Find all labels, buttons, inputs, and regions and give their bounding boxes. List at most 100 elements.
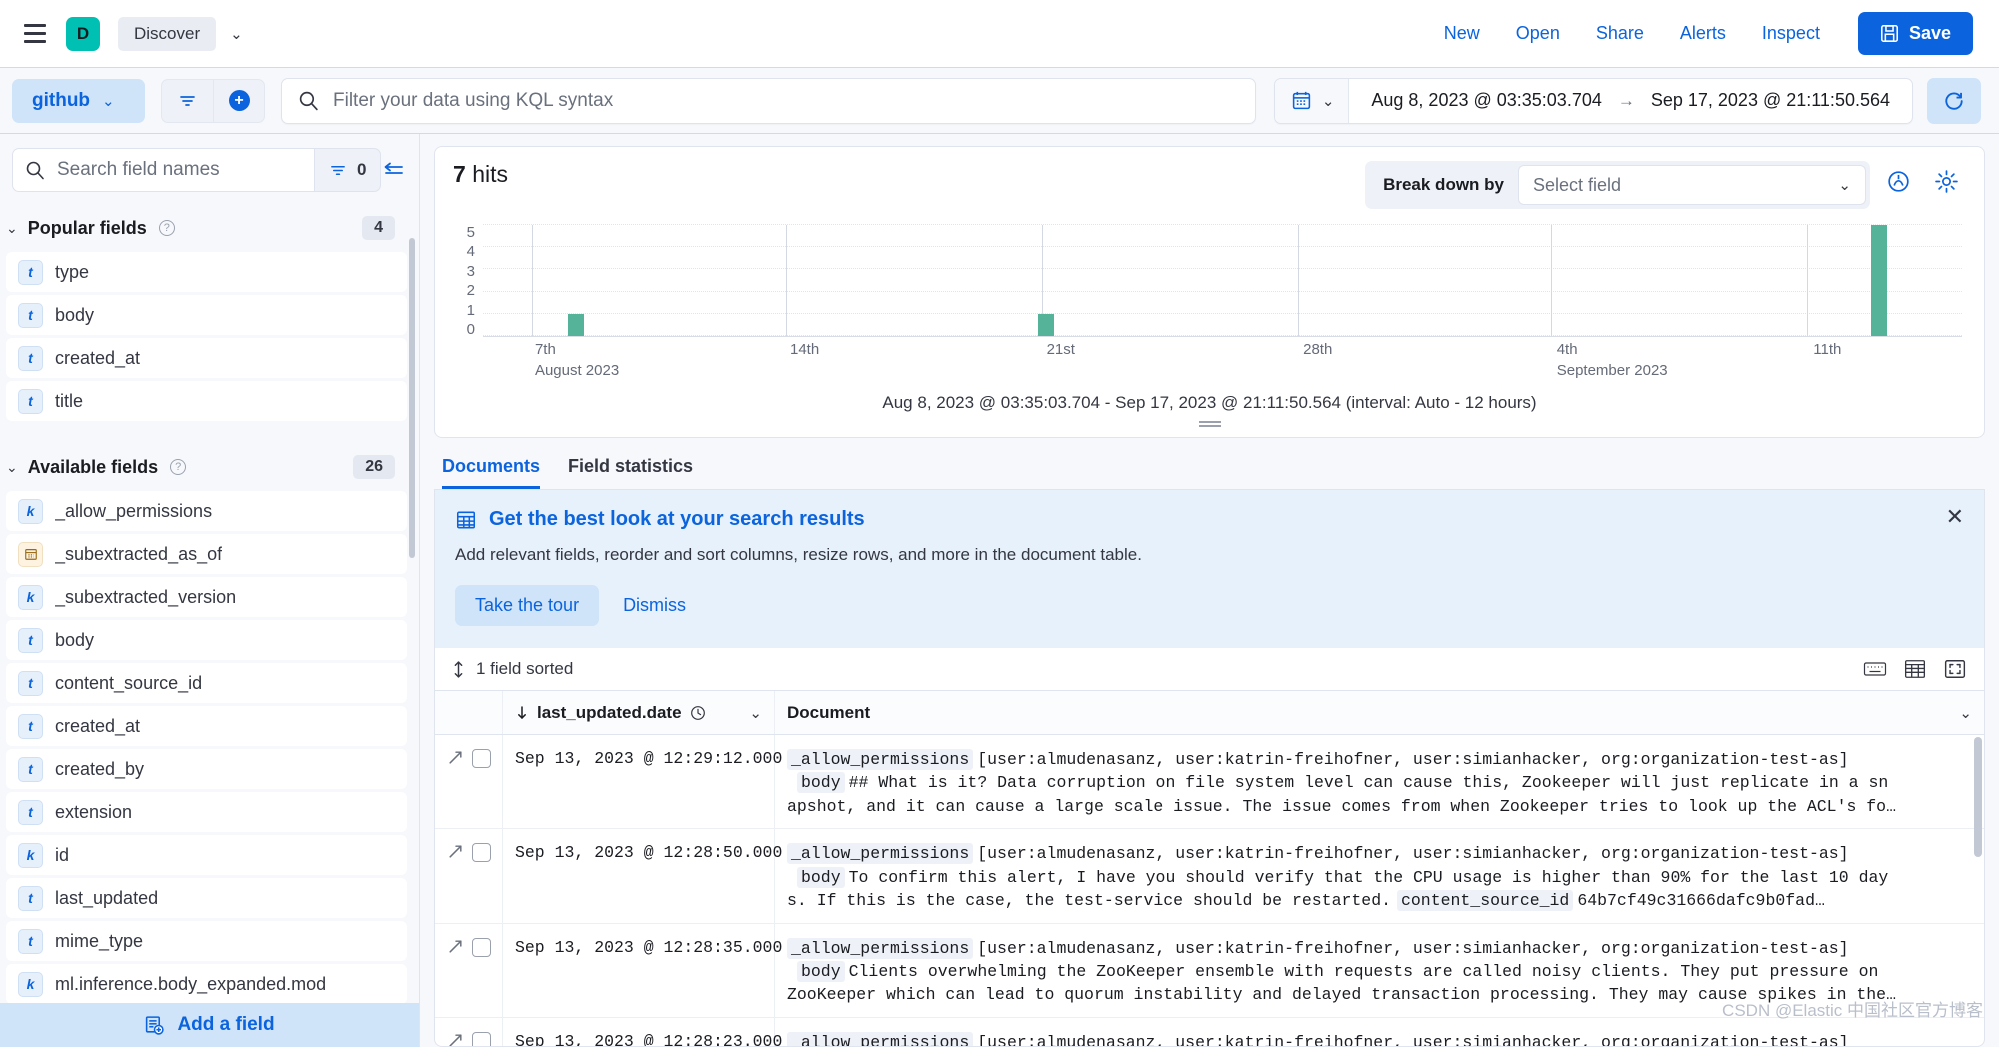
chevron-down-icon: ⌄ — [1322, 92, 1335, 110]
expand-row-icon[interactable] — [447, 938, 464, 960]
chart-vertical-gridline — [786, 225, 787, 336]
tab-field-statistics[interactable]: Field statistics — [568, 452, 693, 489]
field-item[interactable]: t body — [6, 295, 407, 335]
date-range-values[interactable]: Aug 8, 2023 @ 03:35:03.704 → Sep 17, 202… — [1349, 90, 1912, 111]
available-fields-header[interactable]: ⌄ Available fields ? 26 — [0, 443, 407, 491]
expand-row-icon[interactable] — [447, 749, 464, 771]
nav-open-button[interactable]: Open — [1516, 23, 1560, 44]
breakdown-field-select[interactable]: Select field ⌄ — [1518, 165, 1866, 205]
menu-icon[interactable] — [14, 13, 56, 55]
field-name: _allow_permissions — [55, 501, 212, 522]
sorted-fields-label[interactable]: 1 field sorted — [476, 659, 573, 679]
breadcrumb[interactable]: Discover — [118, 17, 216, 51]
app-logo-letter: D — [77, 24, 89, 44]
popular-fields-header[interactable]: ⌄ Popular fields ? 4 — [0, 204, 407, 252]
y-tick: 4 — [467, 244, 475, 259]
document-field-key: content_source_id — [1397, 890, 1573, 911]
fullscreen-button[interactable] — [1942, 658, 1968, 680]
field-item[interactable]: t content_source_id — [6, 663, 407, 703]
field-item[interactable]: k ml.inference.body_expanded.mod — [6, 964, 407, 1004]
callout-title: Get the best look at your search results — [489, 508, 865, 531]
row-document-cell: _allow_permissions[user:almudenasanz, us… — [775, 829, 1984, 922]
take-the-tour-button[interactable]: Take the tour — [455, 585, 599, 626]
collapse-sidebar-button[interactable] — [381, 160, 407, 180]
sidebar-scrollbar[interactable] — [409, 238, 415, 558]
chart-options-button[interactable] — [1926, 161, 1966, 201]
document-field-key: body — [797, 867, 845, 888]
field-search-box[interactable] — [12, 148, 315, 192]
histogram-chart[interactable]: 5 4 3 2 1 0 — [453, 225, 1966, 337]
close-icon[interactable]: ✕ — [1946, 506, 1964, 528]
expand-row-icon[interactable] — [447, 1032, 464, 1046]
tab-documents[interactable]: Documents — [442, 452, 540, 489]
add-filter-button[interactable]: + — [213, 79, 265, 123]
chevron-down-icon[interactable]: ⌄ — [230, 25, 243, 43]
data-view-selector[interactable]: github ⌄ — [12, 79, 145, 123]
row-density-button[interactable] — [1902, 658, 1928, 680]
help-icon[interactable]: ? — [170, 459, 186, 475]
save-button[interactable]: Save — [1858, 12, 1973, 55]
field-item[interactable]: _subextracted_as_of — [6, 534, 407, 574]
field-item[interactable]: t body — [6, 620, 407, 660]
refresh-button[interactable] — [1927, 78, 1981, 124]
field-type-icon: t — [18, 929, 43, 954]
field-item[interactable]: t created_at — [6, 706, 407, 746]
date-start-value[interactable]: Aug 8, 2023 @ 03:35:03.704 — [1371, 90, 1601, 111]
help-icon[interactable]: ? — [159, 220, 175, 236]
table-scrollbar[interactable] — [1974, 737, 1982, 857]
dismiss-button[interactable]: Dismiss — [605, 585, 704, 626]
nav-alerts-button[interactable]: Alerts — [1680, 23, 1726, 44]
app-logo[interactable]: D — [66, 17, 100, 51]
chart-vertical-gridline — [532, 225, 533, 336]
field-item[interactable]: t last_updated — [6, 878, 407, 918]
table-row[interactable]: Sep 13, 2023 @ 12:28:50.000_allow_permis… — [435, 829, 1984, 923]
edit-visualization-button[interactable] — [1878, 161, 1918, 201]
chart-bar[interactable] — [568, 314, 584, 336]
table-row[interactable]: Sep 13, 2023 @ 12:28:23.000_allow_permis… — [435, 1018, 1984, 1046]
field-item[interactable]: k _allow_permissions — [6, 491, 407, 531]
field-name: last_updated — [55, 888, 158, 909]
row-checkbox[interactable] — [472, 938, 491, 957]
field-item[interactable]: t extension — [6, 792, 407, 832]
field-item[interactable]: t created_by — [6, 749, 407, 789]
hit-count-number: 7 — [453, 161, 466, 187]
header-time-cell[interactable]: last_updated.date ⌄ — [503, 691, 775, 734]
nav-inspect-button[interactable]: Inspect — [1762, 23, 1820, 44]
field-item[interactable]: t type — [6, 252, 407, 292]
field-list[interactable]: ⌄ Popular fields ? 4 t type t body t — [0, 204, 419, 1047]
table-row[interactable]: Sep 13, 2023 @ 12:29:12.000_allow_permis… — [435, 735, 1984, 829]
header-document-cell[interactable]: Document ⌄ — [775, 691, 1984, 734]
field-filter-count: 0 — [357, 160, 366, 180]
filter-options-button[interactable] — [161, 79, 213, 123]
field-filter-button[interactable]: 0 — [315, 148, 381, 192]
keyboard-shortcuts-button[interactable] — [1862, 658, 1888, 680]
panel-resize-handle[interactable] — [453, 421, 1966, 431]
breakdown-field-placeholder: Select field — [1533, 175, 1621, 196]
row-checkbox[interactable] — [472, 749, 491, 768]
search-field-names-input[interactable] — [57, 159, 302, 181]
field-item[interactable]: t created_at — [6, 338, 407, 378]
calendar-icon — [1291, 90, 1312, 111]
nav-new-button[interactable]: New — [1444, 23, 1480, 44]
date-quick-select-button[interactable]: ⌄ — [1275, 79, 1350, 123]
document-field-value: To confirm this alert, I have you should… — [849, 868, 1889, 887]
kql-query-bar[interactable] — [281, 78, 1256, 124]
search-input[interactable] — [333, 90, 1239, 112]
nav-share-button[interactable]: Share — [1596, 23, 1644, 44]
row-checkbox[interactable] — [472, 1032, 491, 1046]
field-item[interactable]: k id — [6, 835, 407, 875]
row-checkbox[interactable] — [472, 843, 491, 862]
chart-bar[interactable] — [1871, 225, 1887, 336]
expand-row-icon[interactable] — [447, 843, 464, 865]
chevron-down-icon[interactable]: ⌄ — [749, 704, 762, 722]
chart-bar[interactable] — [1038, 314, 1054, 336]
chevron-down-icon[interactable]: ⌄ — [1959, 704, 1972, 722]
field-item[interactable]: k _subextracted_version — [6, 577, 407, 617]
add-field-button[interactable]: Add a field — [0, 1003, 419, 1047]
field-item[interactable]: t title — [6, 381, 407, 421]
chart-x-tick: 4thSeptember 2023 — [1557, 341, 1668, 379]
table-row[interactable]: Sep 13, 2023 @ 12:28:35.000_allow_permis… — [435, 924, 1984, 1018]
date-end-value[interactable]: Sep 17, 2023 @ 21:11:50.564 — [1651, 90, 1890, 111]
chart-gridline — [483, 291, 1962, 292]
field-item[interactable]: t mime_type — [6, 921, 407, 961]
